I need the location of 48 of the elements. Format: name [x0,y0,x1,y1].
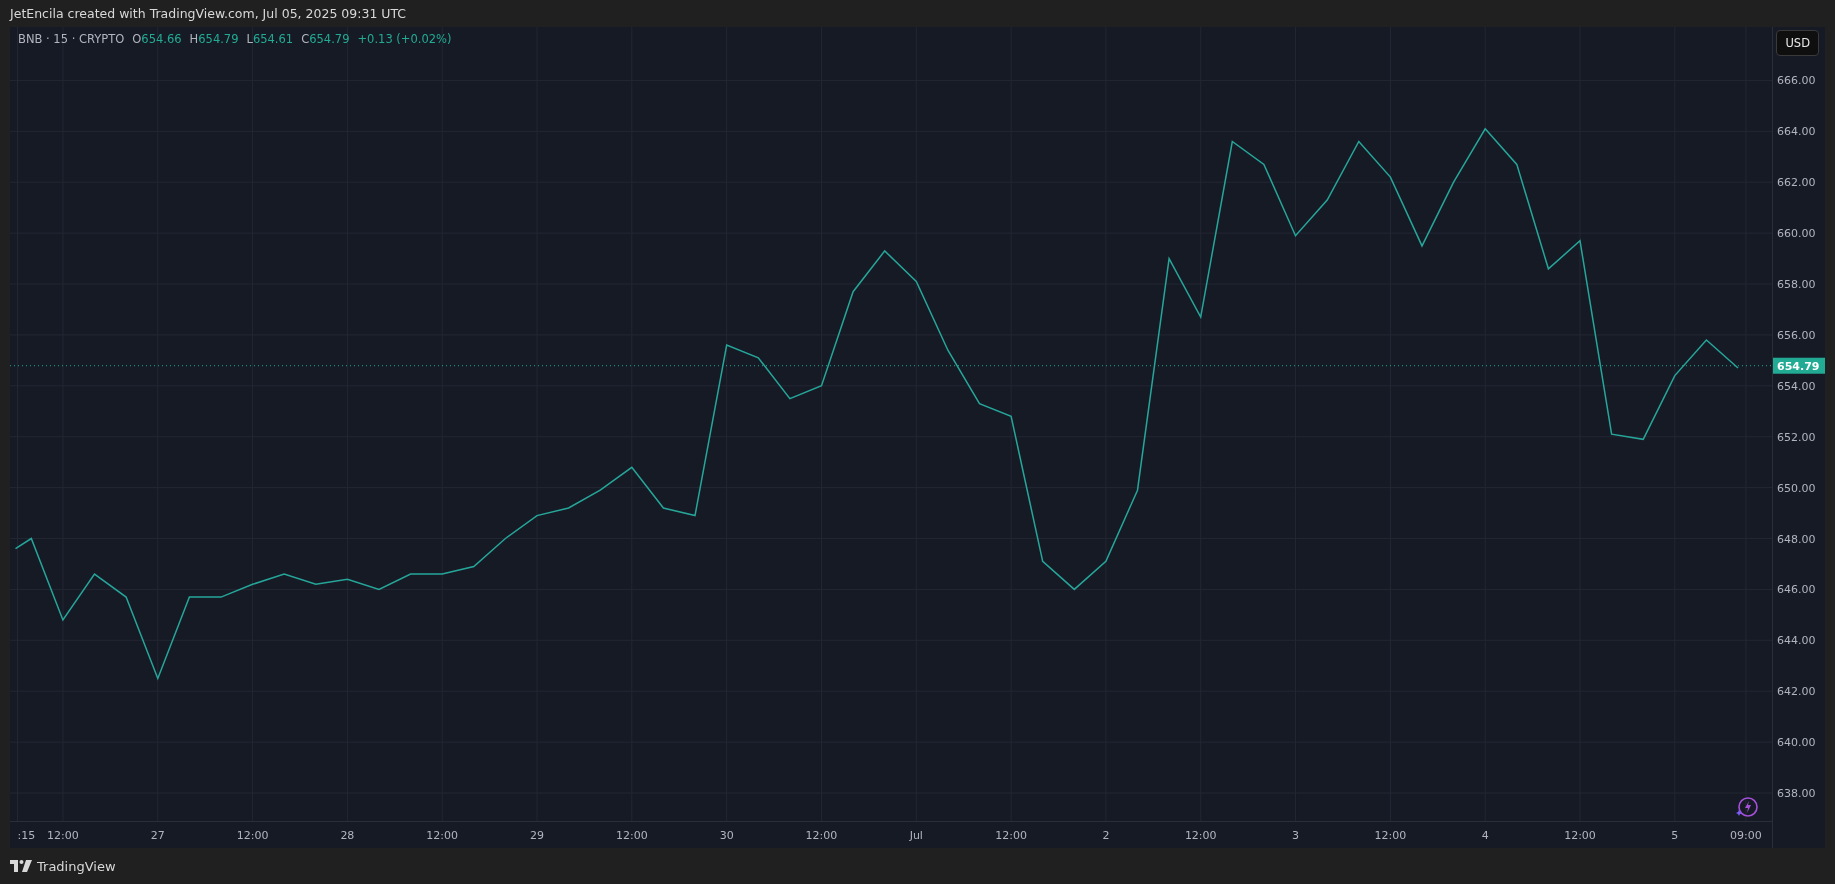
time-axis-label: 4 [1481,829,1489,842]
ohlc-value: O654.66 [132,32,182,46]
price-axis-label: 662.00 [1777,176,1816,190]
price-axis-label: 654.00 [1777,379,1816,393]
time-axis-label: 12:00 [47,829,79,842]
time-axis-label: 27 [150,829,165,842]
price-axis-label: 652.00 [1777,430,1816,444]
logo-icon [10,860,32,872]
currency-button[interactable]: USD [1776,30,1819,56]
price-change: +0.13 (+0.02%) [357,32,452,46]
time-axis-label: 12:00 [1564,829,1596,842]
price-axis-label: 644.00 [1777,634,1816,648]
price-axis-label: 642.00 [1777,685,1816,699]
current-price-tag: 654.79 [1773,357,1825,374]
price-axis-label: 640.00 [1777,736,1816,750]
brand-name: TradingView [37,858,116,874]
symbol-label: BNB · 15 · CRYPTO [18,32,125,46]
time-axis-label: :15 [17,829,36,842]
time-axis-label: 29 [530,829,544,842]
time-axis-label: 5 [1671,829,1679,842]
ohlc-value: H654.79 [189,32,239,46]
time-axis-label: 12:00 [236,829,269,842]
time-axis-label: Jul [909,829,923,842]
time-axis-label: 12:00 [1374,829,1407,842]
time-axis-label: 12:00 [805,829,838,842]
lightning-icon[interactable] [1735,795,1759,819]
ohlc-value: L654.61 [246,32,294,46]
price-axis-label: 666.00 [1777,74,1816,88]
time-axis-label: 30 [719,829,734,842]
price-axis-label: 646.00 [1777,583,1816,597]
ref-line-label: 654.79 [1777,359,1820,373]
time-axis-label: 3 [1292,829,1300,842]
time-axis-label: 12:00 [426,829,459,842]
price-axis-label: 664.00 [1777,125,1816,139]
chart-caption: JetEncila created with TradingView.com, Jul 05, 2025 09:31 UTC [10,6,407,21]
price-axis-label: 638.00 [1777,787,1816,800]
price-axis-label: 648.00 [1777,532,1816,546]
ohlc-value: C654.79 [301,32,350,46]
price-axis-label: 650.00 [1777,481,1816,495]
price-axis-label: 656.00 [1777,328,1816,342]
time-axis-label: 12:00 [616,829,648,842]
time-axis-label: 12:00 [1184,829,1217,842]
time-axis-label: 2 [1102,829,1110,842]
time-axis-label: 12:00 [995,829,1027,842]
price-axis-label: 660.00 [1777,227,1816,241]
price-axis-label: 658.00 [1777,278,1816,292]
time-axis-label: 28 [340,829,355,842]
time-axis-label: 09:00 [1730,829,1762,842]
